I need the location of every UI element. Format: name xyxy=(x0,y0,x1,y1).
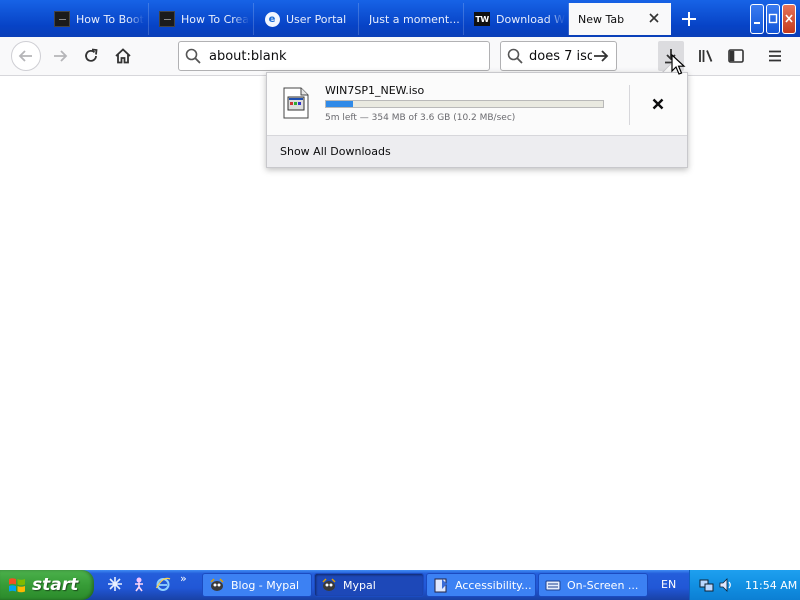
search-go-arrow-icon[interactable] xyxy=(592,48,610,64)
back-arrow-icon xyxy=(18,50,32,62)
close-icon xyxy=(785,14,793,23)
accessibility-icon xyxy=(433,577,449,593)
downloads-panel-footer: Show All Downloads xyxy=(267,135,687,167)
search-text: does 7 iso xyxy=(529,48,595,64)
minimize-button[interactable] xyxy=(750,4,764,34)
screen: How To Boot How To Crea e User Portal Ju… xyxy=(0,0,800,600)
clock: 11:54 AM xyxy=(745,578,798,592)
download-progress-fill xyxy=(326,101,354,107)
windows-logo-icon xyxy=(9,578,25,593)
tw-logo-icon: TW xyxy=(474,11,490,27)
keyboard-icon xyxy=(545,577,561,593)
mypal-icon xyxy=(209,577,225,593)
search-icon xyxy=(185,48,201,64)
tab-how-to-boot[interactable]: How To Boot xyxy=(44,3,149,35)
snowflake-icon[interactable] xyxy=(106,575,124,593)
close-window-button[interactable] xyxy=(782,4,796,34)
cancel-download-button[interactable] xyxy=(647,93,669,115)
menu-button[interactable] xyxy=(760,41,790,71)
library-button[interactable] xyxy=(691,41,721,71)
taskbar-button-on-screen-keyboard[interactable]: On-Screen ... xyxy=(538,573,648,597)
taskbar-button-label: Accessibility... xyxy=(455,578,532,592)
network-icon[interactable] xyxy=(699,577,715,593)
mypal-icon xyxy=(321,577,337,593)
taskbar: start » Blog - Mypal Mypal Accessibility… xyxy=(0,570,800,600)
forward-arrow-icon xyxy=(54,50,68,62)
language-indicator[interactable]: EN xyxy=(661,578,676,591)
download-file-name: WIN7SP1_NEW.iso xyxy=(325,84,425,97)
download-status: 5m left — 354 MB of 3.6 GB (10.2 MB/sec) xyxy=(325,113,516,123)
download-item[interactable]: WIN7SP1_NEW.iso 5m left — 354 MB of 3.6 … xyxy=(267,73,687,135)
sidebar-button[interactable] xyxy=(721,41,751,71)
tab-how-to-create[interactable]: How To Crea xyxy=(149,3,254,35)
taskbar-button-blog-mypal[interactable]: Blog - Mypal xyxy=(202,573,312,597)
tab-download-windows[interactable]: TW Download W xyxy=(464,3,569,35)
sidebar-icon xyxy=(728,49,744,63)
tab-label: How To Boot xyxy=(76,12,144,26)
downloads-panel: WIN7SP1_NEW.iso 5m left — 354 MB of 3.6 … xyxy=(266,72,688,168)
library-icon xyxy=(699,50,713,62)
show-all-downloads-link[interactable]: Show All Downloads xyxy=(280,145,391,158)
mouse-cursor-icon xyxy=(671,54,686,75)
new-tab-plus-icon[interactable] xyxy=(675,5,703,33)
tab-label: Just a moment... xyxy=(369,12,460,26)
divider xyxy=(629,85,630,125)
start-button[interactable]: start xyxy=(0,570,94,600)
volume-icon[interactable] xyxy=(718,577,734,593)
system-tray: 11:54 AM xyxy=(689,570,800,600)
reload-button[interactable] xyxy=(76,41,106,71)
taskbar-button-label: Mypal xyxy=(343,578,376,592)
taskbar-button-mypal[interactable]: Mypal xyxy=(314,573,424,597)
tab-just-a-moment[interactable]: Just a moment... xyxy=(359,3,464,35)
close-tab-icon[interactable] xyxy=(647,11,661,25)
taskbar-button-label: On-Screen ... xyxy=(567,578,639,592)
tab-list: How To Boot How To Crea e User Portal Ju… xyxy=(44,3,671,35)
dark-square-icon xyxy=(159,11,175,27)
download-progress-bar xyxy=(325,100,604,108)
file-icon xyxy=(283,87,309,119)
maximize-button[interactable] xyxy=(766,4,780,34)
taskbar-button-accessibility[interactable]: Accessibility... xyxy=(426,573,536,597)
tab-new-tab[interactable]: New Tab xyxy=(569,3,671,35)
tab-label: How To Crea xyxy=(181,12,250,26)
tab-label: New Tab xyxy=(578,12,625,26)
quick-launch xyxy=(106,575,172,593)
ie-globe-icon: e xyxy=(264,11,280,27)
home-icon xyxy=(115,48,131,64)
figure-icon[interactable] xyxy=(130,575,148,593)
window-controls xyxy=(750,4,796,34)
maximize-icon xyxy=(768,13,778,24)
address-bar[interactable]: about:blank xyxy=(178,41,490,71)
start-label: start xyxy=(32,575,79,595)
ie-icon[interactable] xyxy=(154,575,172,593)
reload-icon xyxy=(85,48,98,62)
close-icon xyxy=(652,98,664,110)
forward-button[interactable] xyxy=(45,41,75,71)
quick-launch-more[interactable]: » xyxy=(180,572,187,585)
url-text: about:blank xyxy=(209,48,287,64)
search-icon xyxy=(507,48,523,64)
tab-user-portal[interactable]: e User Portal xyxy=(254,3,359,35)
tab-label: User Portal xyxy=(286,12,347,26)
search-bar[interactable]: does 7 iso xyxy=(500,41,617,71)
taskbar-button-label: Blog - Mypal xyxy=(231,578,300,592)
minimize-icon xyxy=(754,22,760,24)
tab-strip: How To Boot How To Crea e User Portal Ju… xyxy=(0,0,800,37)
dark-square-icon xyxy=(54,11,70,27)
home-button[interactable] xyxy=(108,41,138,71)
back-button[interactable] xyxy=(11,41,41,71)
tab-label: Download W xyxy=(496,12,566,26)
hamburger-menu-icon xyxy=(769,50,781,62)
